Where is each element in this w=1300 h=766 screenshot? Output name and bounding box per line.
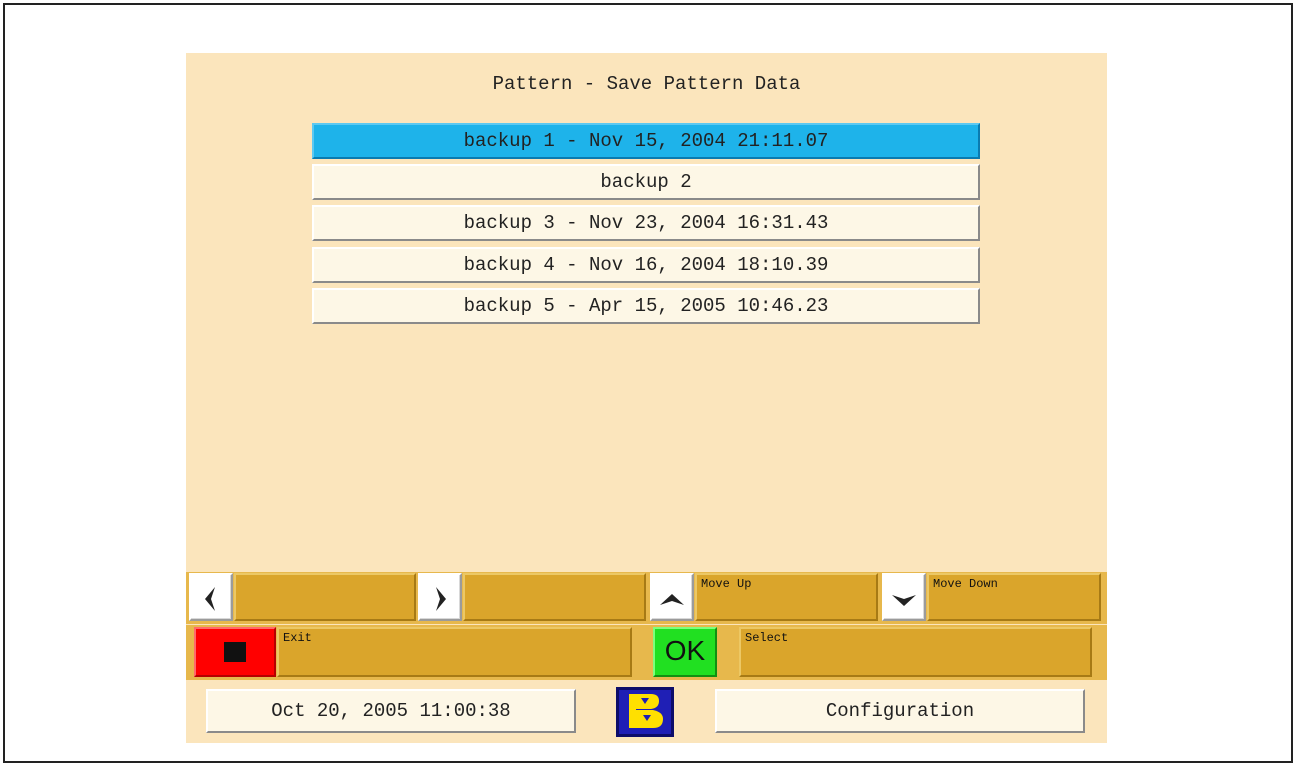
window-frame: Pattern - Save Pattern Data backup 1 - N… (3, 3, 1293, 763)
ok-key-text: OK (664, 635, 706, 666)
arrow-left-key[interactable] (189, 573, 233, 621)
arrow-down-icon (892, 595, 916, 606)
select-label: Select (739, 627, 1092, 677)
configuration-button[interactable]: Configuration (715, 689, 1085, 733)
backup-item-2[interactable]: backup 2 (312, 164, 980, 200)
datetime-display: Oct 20, 2005 11:00:38 (206, 689, 576, 733)
move-down-label: Move Down (927, 573, 1101, 621)
arrow-right-icon (436, 587, 446, 611)
move-up-key[interactable] (650, 573, 694, 621)
move-up-label: Move Up (695, 573, 878, 621)
arrow-left-label (234, 573, 416, 621)
backup-item-5[interactable]: backup 5 - Apr 15, 2005 10:46.23 (312, 288, 980, 324)
exit-label: Exit (277, 627, 632, 677)
page-title: Pattern - Save Pattern Data (492, 73, 801, 95)
hmi-screen: Pattern - Save Pattern Data backup 1 - N… (186, 53, 1107, 743)
arrow-up-icon (660, 594, 684, 605)
move-down-key[interactable] (882, 573, 926, 621)
exit-key[interactable] (194, 627, 276, 677)
stop-icon (224, 642, 246, 662)
backup-item-1[interactable]: backup 1 - Nov 15, 2004 21:11.07 (312, 123, 980, 159)
backup-item-3[interactable]: backup 3 - Nov 23, 2004 16:31.43 (312, 205, 980, 241)
arrow-right-label (463, 573, 646, 621)
arrow-right-key[interactable] (418, 573, 462, 621)
brand-logo-icon (616, 687, 674, 737)
backup-item-4[interactable]: backup 4 - Nov 16, 2004 18:10.39 (312, 247, 980, 283)
ok-key[interactable]: OK (653, 627, 717, 677)
arrow-left-icon (205, 587, 215, 611)
